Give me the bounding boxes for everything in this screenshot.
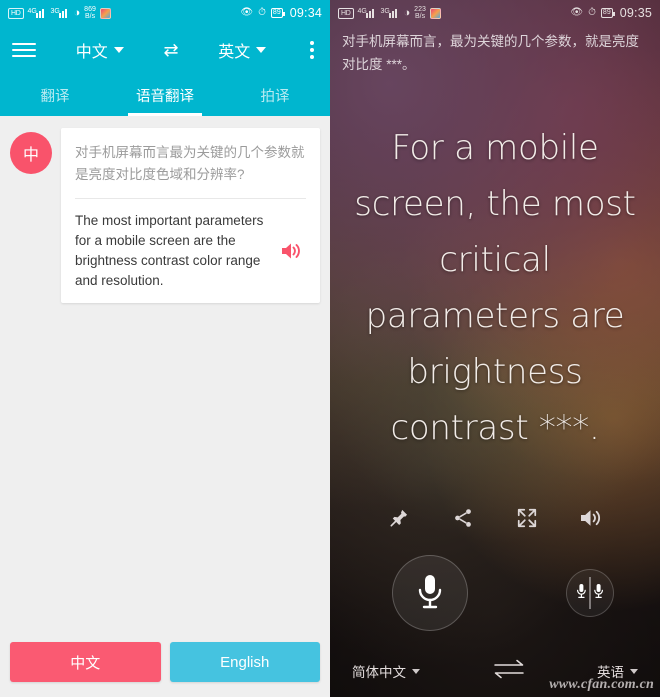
speak-chinese-button[interactable]: 中文 [10, 642, 161, 682]
network-speed-value: 223 [414, 5, 426, 13]
fullscreen-icon-glyph [517, 508, 537, 528]
app-icon [99, 7, 111, 19]
microphone-icon-glyph [418, 575, 442, 609]
signal-icon: 4G [27, 7, 47, 18]
swap-languages-icon[interactable]: ⇄ [163, 41, 178, 59]
avatar: 中 [10, 132, 52, 174]
source-language-label: 中文 [75, 44, 108, 61]
status-bar-right-icons: 👁 ⏱ 89 09:35 [570, 6, 652, 20]
speaker-icon-glyph [282, 243, 300, 259]
target-language-label: 英文 [218, 44, 251, 61]
signal-gen-label-secondary: 3G [380, 7, 390, 15]
swap-languages-icon[interactable] [489, 658, 529, 685]
network-speed: 869 B/s [84, 6, 96, 21]
status-bar-left-icons: HD 4G 3G ◑ 869 B/s [8, 6, 111, 21]
translation-display-area: For a mobile screen, the most critical p… [330, 76, 660, 499]
network-speed-unit: B/s [84, 13, 96, 20]
recognized-source-text: 对手机屏幕而言，最为关键的几个参数，就是亮度对比度 ***。 [342, 34, 639, 72]
dual-microphone-icon-glyph [577, 577, 603, 609]
network-speed-unit: B/s [414, 13, 426, 20]
translation-row: The most important parameters for a mobi… [75, 199, 306, 291]
eye-icon: 👁 [240, 7, 254, 18]
battery-icon: 89 [270, 8, 285, 18]
status-bar-left-icons: HD 4G 3G ◑ 223 B/s [338, 6, 441, 21]
chevron-down-icon [630, 668, 638, 674]
alarm-icon: ⏱ [588, 7, 596, 18]
target-language-selector[interactable]: 英文 [218, 38, 267, 62]
eye-icon: 👁 [570, 7, 584, 18]
status-bar-clock: 09:35 [619, 6, 652, 20]
speak-english-button[interactable]: English [169, 642, 320, 682]
microphone-icon[interactable] [392, 555, 468, 631]
source-language-selector[interactable]: 简体中文 [352, 661, 420, 681]
hd-icon: HD [338, 7, 354, 19]
pin-icon-glyph [390, 509, 408, 527]
tab-bar: 翻译 语音翻译 拍译 [0, 74, 330, 116]
source-language-label: 简体中文 [352, 665, 406, 680]
hamburger-menu-icon[interactable] [12, 39, 36, 61]
dual-microphone-icon[interactable] [566, 569, 614, 617]
share-icon-glyph [455, 509, 471, 527]
tab-voice-translate[interactable]: 语音翻译 [110, 74, 220, 116]
source-text: 对手机屏幕而言最为关键的几个参数就是亮度对比度色域和分辨率? [75, 145, 305, 182]
signal-icon-secondary: 3G [50, 7, 70, 18]
left-phone-screen: HD 4G 3G ◑ 869 B/s 👁 ⏱ 89 09:34 中文 ⇄ 英文 … [0, 0, 330, 697]
source-language-selector[interactable]: 中文 [76, 38, 124, 62]
message-bubble[interactable]: 对手机屏幕而言最为关键的几个参数就是亮度对比度色域和分辨率? The most … [61, 128, 320, 303]
tab-translate[interactable]: 翻译 [0, 74, 110, 116]
status-bar-clock: 09:34 [289, 6, 322, 20]
left-toolbar: 中文 ⇄ 英文 [0, 26, 330, 74]
pin-icon[interactable] [386, 505, 412, 531]
swap-arrows-icon-glyph [493, 659, 524, 678]
translated-text: The most important parameters for a mobi… [75, 213, 264, 288]
signal-gen-label: 4G [357, 7, 367, 15]
wifi-icon: ◑ [403, 6, 411, 19]
speaker-icon[interactable] [276, 241, 306, 261]
chevron-down-icon [412, 668, 420, 674]
wifi-icon: ◑ [73, 6, 81, 19]
volume-icon-glyph [581, 510, 601, 526]
action-icon-bar [330, 499, 660, 541]
signal-gen-label-secondary: 3G [50, 7, 60, 15]
left-status-bar: HD 4G 3G ◑ 869 B/s 👁 ⏱ 89 09:34 [0, 0, 330, 26]
chevron-down-icon [256, 47, 267, 53]
right-status-bar: HD 4G 3G ◑ 223 B/s 👁 ⏱ 89 09:35 [330, 0, 660, 26]
fullscreen-icon[interactable] [514, 505, 540, 531]
signal-icon: 4G [357, 7, 377, 18]
bottom-button-bar: 中文 English [0, 630, 330, 697]
battery-icon: 89 [600, 8, 615, 18]
share-icon[interactable] [450, 505, 476, 531]
dual-screenshot-container: HD 4G 3G ◑ 869 B/s 👁 ⏱ 89 09:34 中文 ⇄ 英文 … [0, 0, 660, 697]
right-phone-screen: HD 4G 3G ◑ 223 B/s 👁 ⏱ 89 09:35 对手机屏幕而言，… [330, 0, 660, 697]
network-speed: 223 B/s [414, 6, 426, 21]
signal-icon-secondary: 3G [380, 7, 400, 18]
conversation-area: 中 对手机屏幕而言最为关键的几个参数就是亮度对比度色域和分辨率? The mos… [0, 116, 330, 630]
list-item: 中 对手机屏幕而言最为关键的几个参数就是亮度对比度色域和分辨率? The mos… [10, 128, 320, 303]
app-icon [429, 7, 441, 19]
hd-icon: HD [8, 7, 24, 19]
status-bar-right-icons: 👁 ⏱ 89 09:34 [240, 6, 322, 20]
chevron-down-icon [113, 47, 124, 53]
overflow-menu-icon[interactable] [306, 37, 318, 63]
signal-gen-label: 4G [27, 7, 37, 15]
volume-icon[interactable] [578, 505, 604, 531]
alarm-icon: ⏱ [258, 7, 266, 18]
watermark: www.cfan.com.cn [549, 677, 654, 692]
translated-text-large: For a mobile screen, the most critical p… [354, 127, 636, 448]
tab-photo-translate[interactable]: 拍译 [220, 74, 330, 116]
microphone-controls [330, 541, 660, 645]
network-speed-value: 869 [84, 5, 96, 13]
